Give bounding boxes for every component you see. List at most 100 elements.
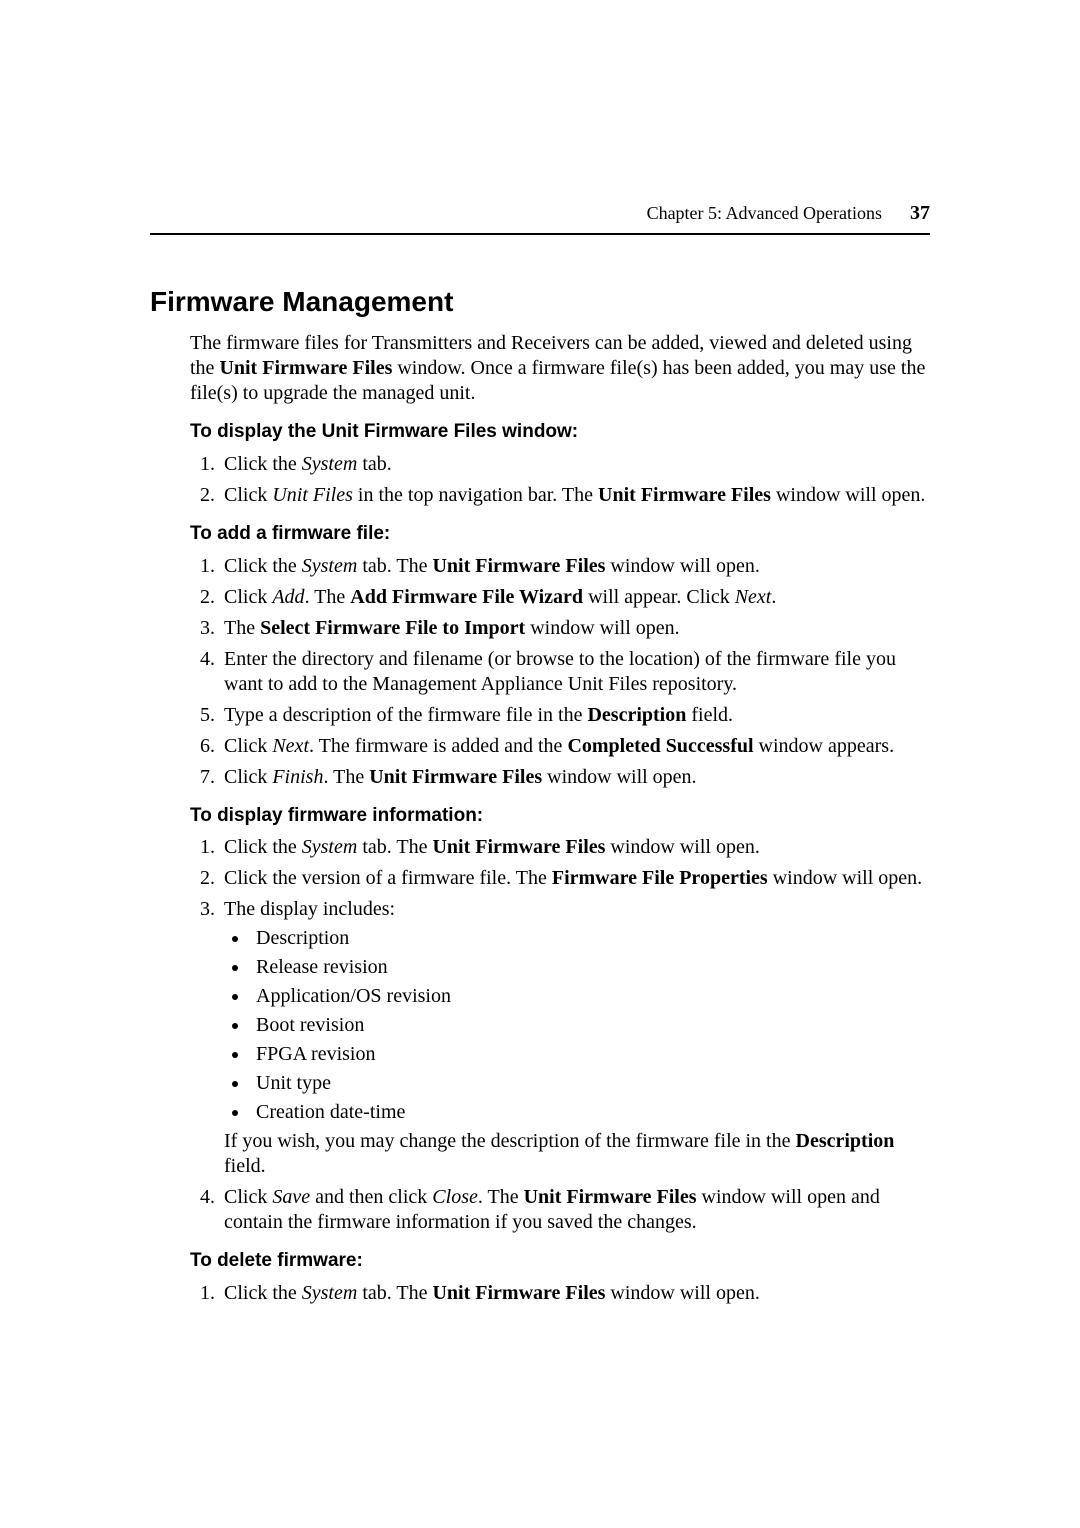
list-item: Click Save and then click Close. The Uni… (220, 1185, 930, 1235)
list-item: Click the System tab. The Unit Firmware … (220, 554, 930, 579)
italic: System (302, 555, 358, 577)
chapter-title: Chapter 5: Advanced Operations (647, 203, 882, 224)
subhead-display-info: To display firmware information: (190, 804, 930, 828)
text: Click the (224, 555, 302, 577)
list-item: Click the System tab. The Unit Firmware … (220, 835, 930, 860)
steps-add-file: Click the System tab. The Unit Firmware … (190, 554, 930, 790)
text: Click (224, 735, 272, 757)
header-line: Chapter 5: Advanced Operations 37 (150, 202, 930, 235)
intro-paragraph: The firmware files for Transmitters and … (190, 331, 930, 406)
text: . (771, 586, 776, 608)
text: window will open. (605, 555, 759, 577)
text: window will open. (768, 867, 922, 889)
list-item: Click the System tab. (220, 452, 930, 477)
bold: Completed Successful (567, 735, 753, 757)
italic: Next (735, 586, 772, 608)
subhead-delete: To delete firmware: (190, 1249, 930, 1273)
list-item: Type a description of the firmware file … (220, 703, 930, 728)
bullet-item: Description (250, 926, 930, 951)
subhead-add-file: To add a firmware file: (190, 522, 930, 546)
list-item: Click the version of a firmware file. Th… (220, 866, 930, 891)
info-bullets: Description Release revision Application… (250, 926, 930, 1125)
list-item: The display includes: Description Releas… (220, 897, 930, 1179)
bullet-item: Creation date-time (250, 1100, 930, 1125)
bold: Description (796, 1130, 895, 1152)
text: tab. The (357, 1282, 432, 1304)
list-item: The Select Firmware File to Import windo… (220, 616, 930, 641)
text: field. (686, 704, 733, 726)
text: The display includes: (224, 898, 395, 920)
italic: Close (432, 1186, 478, 1208)
italic: System (302, 1282, 358, 1304)
text: tab. The (357, 555, 432, 577)
italic: System (302, 453, 358, 475)
text: The (224, 617, 260, 639)
bold: Unit Firmware Files (432, 555, 605, 577)
italic: Add (272, 586, 304, 608)
text: . The (323, 766, 369, 788)
text: . The (478, 1186, 524, 1208)
bullet-item: Boot revision (250, 1013, 930, 1038)
text: field. (224, 1155, 266, 1177)
text: . The firmware is added and the (309, 735, 567, 757)
text: tab. (357, 453, 391, 475)
text: Click the (224, 836, 302, 858)
bold: Unit Firmware Files (598, 484, 771, 506)
bullet-item: Unit type (250, 1071, 930, 1096)
text: Click (224, 766, 272, 788)
text: window will open. (542, 766, 696, 788)
bold: Unit Firmware Files (432, 1282, 605, 1304)
text: Click the (224, 1282, 302, 1304)
text: window will open. (605, 1282, 759, 1304)
list-item: Click Next. The firmware is added and th… (220, 734, 930, 759)
text: Click (224, 586, 272, 608)
section-heading: Firmware Management (150, 284, 930, 319)
page: Chapter 5: Advanced Operations 37 Firmwa… (0, 0, 1080, 1528)
text: tab. The (357, 836, 432, 858)
text: . The (305, 586, 351, 608)
text: Type a description of the firmware file … (224, 704, 587, 726)
list-item: Click Finish. The Unit Firmware Files wi… (220, 765, 930, 790)
text: Click (224, 1186, 272, 1208)
bold: Firmware File Properties (552, 867, 768, 889)
text: Click the version of a firmware file. Th… (224, 867, 552, 889)
bold: Select Firmware File to Import (260, 617, 525, 639)
text: window will open. (605, 836, 759, 858)
text: Click the (224, 453, 302, 475)
list-item: Click the System tab. The Unit Firmware … (220, 1281, 930, 1306)
after-bullets: If you wish, you may change the descript… (224, 1129, 930, 1179)
text: and then click (310, 1186, 432, 1208)
bold: Unit Firmware Files (219, 357, 392, 379)
bold: Description (587, 704, 686, 726)
bullet-item: Application/OS revision (250, 984, 930, 1009)
bold: Unit Firmware Files (369, 766, 542, 788)
text: will appear. Click (583, 586, 735, 608)
page-number: 37 (910, 202, 930, 225)
italic: Next (272, 735, 309, 757)
steps-display-window: Click the System tab. Click Unit Files i… (190, 452, 930, 508)
italic: Unit Files (272, 484, 353, 506)
list-item: Click Add. The Add Firmware File Wizard … (220, 585, 930, 610)
list-item: Click Unit Files in the top navigation b… (220, 483, 930, 508)
text: window will open. (525, 617, 679, 639)
page-header: Chapter 5: Advanced Operations 37 (150, 202, 930, 235)
subhead-display-window: To display the Unit Firmware Files windo… (190, 420, 930, 444)
list-item: Enter the directory and filename (or bro… (220, 647, 930, 697)
bold: Unit Firmware Files (524, 1186, 697, 1208)
italic: Finish (272, 766, 323, 788)
content: Firmware Management The firmware files f… (150, 284, 930, 1312)
text: If you wish, you may change the descript… (224, 1130, 796, 1152)
text: Enter the directory and filename (or bro… (224, 648, 896, 695)
body: The firmware files for Transmitters and … (190, 331, 930, 1306)
text: window will open. (771, 484, 925, 506)
bullet-item: Release revision (250, 955, 930, 980)
bold: Add Firmware File Wizard (350, 586, 583, 608)
steps-delete: Click the System tab. The Unit Firmware … (190, 1281, 930, 1306)
italic: System (302, 836, 358, 858)
text: Click (224, 484, 272, 506)
steps-display-info: Click the System tab. The Unit Firmware … (190, 835, 930, 1235)
text: in the top navigation bar. The (353, 484, 598, 506)
text: window appears. (754, 735, 895, 757)
italic: Save (272, 1186, 310, 1208)
bold: Unit Firmware Files (432, 836, 605, 858)
